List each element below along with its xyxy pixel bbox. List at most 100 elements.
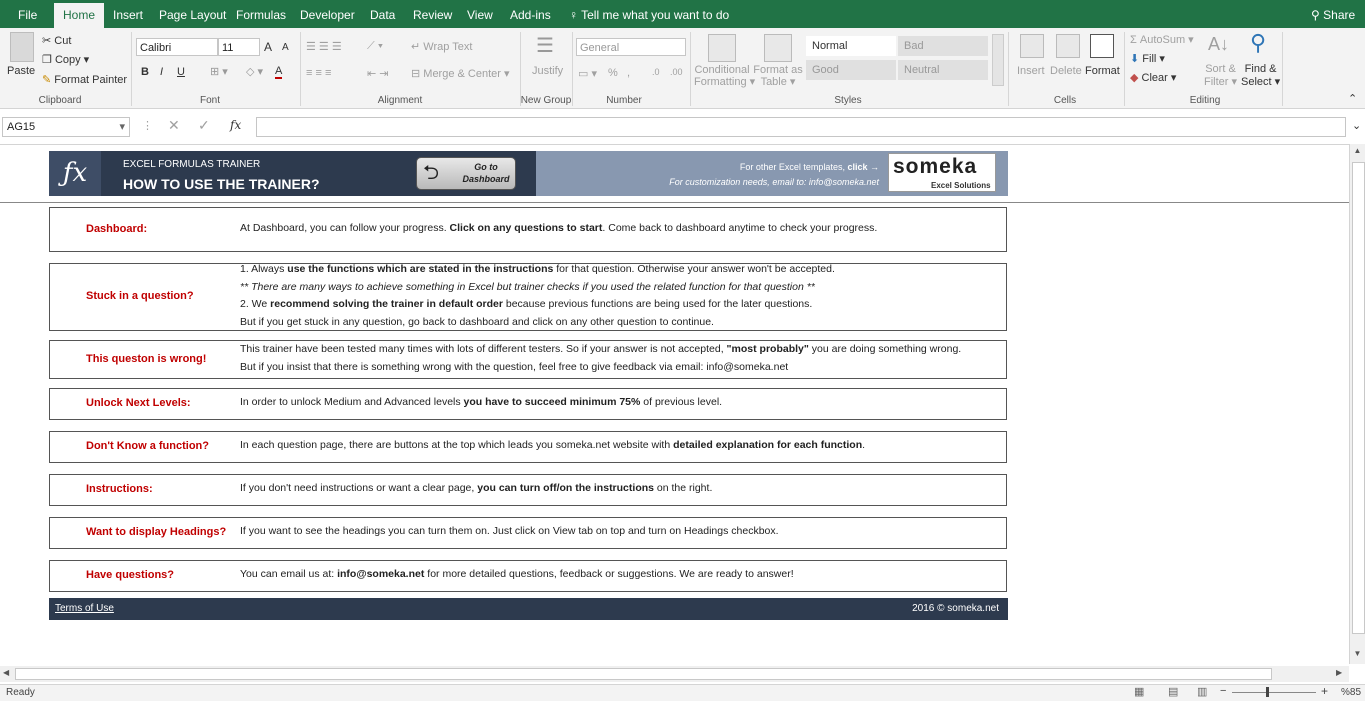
font-size-select[interactable]: 11 [218,38,260,56]
tab-insert[interactable]: Insert [104,0,152,28]
expand-formula-icon[interactable]: ⌄ [1352,119,1361,132]
brush-icon: ✎ [42,74,52,86]
info-card: This queston is wrong! This trainer have … [49,340,1007,379]
shrink-font-button[interactable]: A [282,42,289,53]
page-break-view-icon[interactable]: ▥ [1197,685,1207,698]
fill-button[interactable]: ⬇ Fill ▾ [1130,52,1165,65]
zoom-slider-thumb[interactable] [1266,687,1269,697]
fill-down-icon: ⬇ [1130,53,1140,65]
style-bad[interactable]: Bad [898,36,988,56]
paste-button[interactable]: Paste [7,65,35,77]
justify-button[interactable]: Justify [532,65,563,77]
comma-button[interactable]: , [627,67,630,79]
decrease-decimal-button[interactable]: .00 [670,67,683,77]
divider [690,32,691,106]
scroll-up-icon[interactable]: ▲ [1352,146,1363,158]
tab-review[interactable]: Review [404,0,461,28]
banner-custom-text: For customization needs, email to: info@… [669,177,879,187]
return-arrow-icon: ⮌ [423,162,440,184]
copy-button[interactable]: ❐ Copy ▾ [42,53,89,66]
insert-function-button[interactable]: fx [230,118,241,132]
tab-home[interactable]: Home [54,3,105,28]
cut-button[interactable]: ✂ Cut [42,34,71,47]
styles-scroll[interactable] [992,34,1004,86]
horizontal-scrollbar[interactable]: ◀ ▶ [0,666,1349,682]
zoom-out-icon[interactable]: − [1220,685,1226,697]
zoom-level[interactable]: %85 [1341,687,1361,698]
tab-view[interactable]: View [458,0,502,28]
tell-me-box[interactable]: ♀ Tell me what you want to do [560,0,738,28]
increase-decimal-button[interactable]: .0 [652,67,660,77]
name-box[interactable]: AG15 ▾ [2,117,130,137]
scroll-left-icon[interactable]: ◀ [3,668,9,677]
formula-input[interactable] [256,117,1346,137]
zoom-slider[interactable] [1232,692,1316,693]
delete-cells-button[interactable]: Delete [1050,65,1082,77]
group-label-styles: Styles [834,95,862,106]
underline-button[interactable]: U [177,66,185,78]
card-text-line: In order to unlock Medium and Advanced l… [240,396,723,409]
italic-button[interactable]: I [160,66,163,78]
vertical-scrollbar[interactable]: ▲ ▼ [1349,144,1365,664]
merge-center-button[interactable]: ⊟ Merge & Center ▾ [411,67,510,80]
number-format-select[interactable]: General [576,38,686,56]
fill-color-icon[interactable]: ◇ ▾ [246,65,263,78]
format-as-table-button[interactable]: Format as Table ▾ [752,64,804,88]
goto-dashboard-button[interactable]: ⮌ Go to Dashboard [416,157,516,190]
vertical-scroll-thumb[interactable] [1352,162,1365,634]
currency-icon[interactable]: ▭ ▾ [578,67,597,80]
fx-logo-icon: ƒx [49,151,101,196]
conditional-formatting-button[interactable]: Conditional Formatting ▾ [694,64,755,88]
page-layout-view-icon[interactable]: ▤ [1168,685,1178,698]
insert-cells-button[interactable]: Insert [1017,65,1045,77]
align-top-icon[interactable]: ☰ ☰ ☰ [306,40,342,53]
tab-add-ins[interactable]: Add-ins [501,0,560,28]
share-button[interactable]: ⚲ Share [1302,0,1364,28]
find-select-button[interactable]: Find & Select ▾ [1241,63,1280,89]
copy-icon: ❐ [42,54,52,66]
cancel-icon[interactable]: ✕ [168,117,180,134]
format-cells-icon [1090,34,1114,58]
terms-of-use-link[interactable]: Terms of Use [55,603,114,614]
scroll-right-icon[interactable]: ▶ [1336,668,1342,677]
font-name-select[interactable]: Calibri [136,38,218,56]
card-text-line: ** There are many ways to achieve someth… [240,280,815,293]
clear-button[interactable]: ◆ Clear ▾ [1130,71,1176,84]
indent-icon[interactable]: ⇤ ⇥ [367,67,389,80]
style-good[interactable]: Good [806,60,896,80]
eraser-icon: ◆ [1130,72,1139,84]
wrap-text-button[interactable]: ↵ Wrap Text [411,40,472,53]
wrap-icon: ↵ [411,41,421,53]
font-color-button[interactable]: A [275,65,283,79]
justify-icon: ☰ [536,35,554,57]
card-label: Instructions: [86,483,153,495]
grow-font-button[interactable]: A [264,40,272,54]
sort-filter-button[interactable]: Sort & Filter ▾ [1204,63,1237,89]
click-link[interactable]: click → [847,162,879,172]
align-left-icon[interactable]: ≡ ≡ ≡ [306,67,331,79]
tab-data[interactable]: Data [361,0,404,28]
style-neutral[interactable]: Neutral [898,60,988,80]
tab-file[interactable]: File [9,0,46,28]
tab-page-layout[interactable]: Page Layout [150,0,235,28]
header-divider [0,202,1349,203]
bold-button[interactable]: B [141,66,149,78]
tab-formulas[interactable]: Formulas [227,0,295,28]
format-painter-button[interactable]: ✎ Format Painter [42,73,127,86]
horizontal-scroll-thumb[interactable] [15,668,1272,680]
paste-icon [10,32,34,62]
collapse-ribbon-icon[interactable]: ⌃ [1348,92,1357,105]
zoom-in-icon[interactable]: + [1321,684,1328,698]
format-cells-button[interactable]: Format [1085,65,1120,77]
percent-button[interactable]: % [608,67,618,79]
tab-developer[interactable]: Developer [291,0,364,28]
normal-view-icon[interactable]: ▦ [1134,685,1144,698]
style-normal[interactable]: Normal [806,36,896,56]
scroll-down-icon[interactable]: ▼ [1352,649,1363,661]
someka-logo[interactable]: someka Excel Solutions [888,153,996,192]
autosum-button[interactable]: Σ AutoSum ▾ [1130,33,1194,46]
orientation-icon[interactable]: ⟋ ▾ [367,40,383,53]
borders-icon[interactable]: ⊞ ▾ [210,65,228,78]
card-text-line: But if you get stuck in any question, go… [240,315,714,328]
enter-icon[interactable]: ✓ [198,117,210,134]
